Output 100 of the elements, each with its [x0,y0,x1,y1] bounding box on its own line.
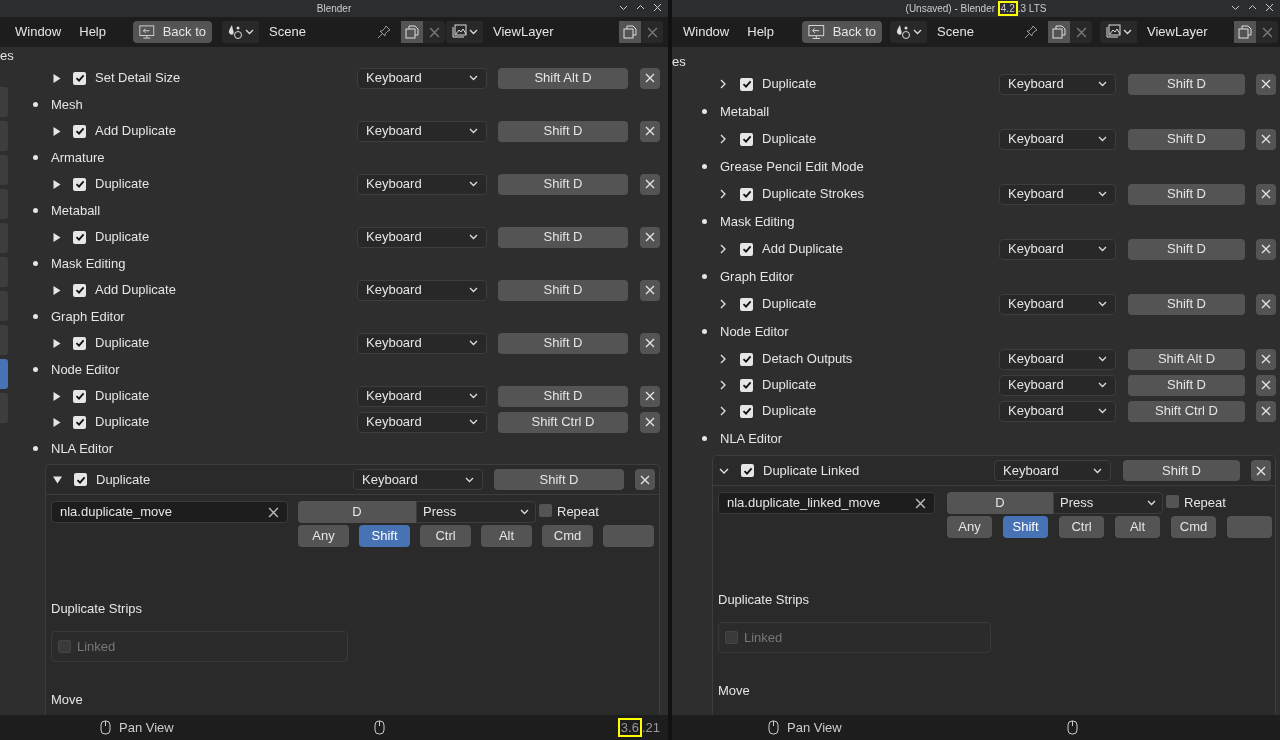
map-type-dropdown[interactable]: Keyboard [357,226,487,248]
modifier-toggle[interactable]: Ctrl [1059,516,1104,538]
shortcut-button[interactable]: Shift D [498,332,628,354]
duplicate-icon[interactable] [401,21,423,43]
event-value-dropdown[interactable]: Press [416,501,536,523]
shortcut-button[interactable]: Shift Alt D [498,67,628,89]
map-type-dropdown[interactable]: Keyboard [357,67,487,89]
collapsed-arrow-icon[interactable] [51,285,61,295]
map-type-dropdown[interactable]: Keyboard [994,460,1111,481]
map-type-dropdown[interactable]: Keyboard [999,73,1116,95]
map-type-dropdown[interactable]: Keyboard [357,173,487,195]
checkbox[interactable] [740,132,753,146]
checkbox[interactable] [73,283,86,297]
pin-icon[interactable] [377,25,391,39]
collapsed-arrow-icon[interactable] [51,179,61,189]
map-type-dropdown[interactable]: Keyboard [999,293,1116,315]
shortcut-button[interactable]: Shift D [498,279,628,301]
shortcut-button[interactable]: Shift D [1128,128,1245,150]
view-layer-selector[interactable]: ViewLayer [1100,21,1278,43]
checkbox[interactable] [73,124,86,138]
shortcut-button[interactable]: Shift D [1128,374,1245,396]
modifier-toggle[interactable]: Alt [481,525,532,547]
checkbox[interactable] [1166,495,1179,508]
maximize-icon[interactable] [636,3,645,12]
shortcut-button[interactable]: Shift D [494,469,624,490]
checkbox[interactable] [740,187,753,201]
shortcut-button[interactable]: Shift D [498,173,628,195]
modifier-toggle[interactable]: Alt [1115,516,1160,538]
remove-button[interactable] [1256,183,1276,205]
menu-item[interactable]: Help [747,22,774,42]
remove-button[interactable] [1256,73,1276,95]
remove-button[interactable] [640,411,660,433]
scene-name-field[interactable]: Scene [927,21,1048,43]
map-type-dropdown[interactable]: Keyboard [357,279,487,301]
modifier-toggle[interactable] [603,525,654,547]
shortcut-button[interactable]: Shift D [498,385,628,407]
shortcut-button[interactable]: Shift D [1123,460,1240,481]
menu-item[interactable]: Window [683,22,730,42]
shortcut-button[interactable]: Shift D [1128,73,1245,95]
back-button[interactable]: Back to [802,21,882,43]
checkbox[interactable] [73,230,86,244]
map-type-dropdown[interactable]: Keyboard [357,120,487,142]
modifier-toggle[interactable]: Cmd [542,525,593,547]
map-type-dropdown[interactable]: Keyboard [357,385,487,407]
map-type-dropdown[interactable]: Keyboard [999,348,1116,370]
checkbox[interactable] [740,242,753,256]
shortcut-button[interactable]: Shift D [1128,238,1245,260]
remove-button[interactable] [640,279,660,301]
checkbox[interactable] [73,177,86,191]
checkbox[interactable] [740,352,753,366]
checkbox[interactable] [740,378,753,392]
shortcut-button[interactable]: Shift D [498,226,628,248]
map-type-dropdown[interactable]: Keyboard [999,374,1116,396]
view-layer-field[interactable]: ViewLayer [483,21,619,43]
collapsed-arrow-icon[interactable] [51,417,61,427]
modifier-toggle[interactable] [1227,516,1272,538]
shortcut-button[interactable]: Shift Alt D [1128,348,1245,370]
remove-button[interactable] [1256,400,1276,422]
modifier-toggle[interactable]: Ctrl [420,525,471,547]
key-button[interactable]: D [947,492,1053,514]
expanded-arrow-icon[interactable] [52,475,62,484]
map-type-dropdown[interactable]: Keyboard [999,183,1116,205]
duplicate-icon[interactable] [1048,21,1070,43]
map-type-dropdown[interactable]: Keyboard [357,411,487,433]
checkbox[interactable] [740,404,753,418]
collapsed-arrow-icon[interactable] [51,391,61,401]
remove-button[interactable] [1256,374,1276,396]
modifier-toggle[interactable]: Any [947,516,992,538]
remove-button[interactable] [1256,128,1276,150]
checkbox[interactable] [539,504,552,517]
checkbox[interactable] [73,389,86,403]
menu-item[interactable]: Window [15,22,62,42]
collapsed-arrow-icon[interactable] [51,232,61,242]
close-icon[interactable] [1265,3,1274,12]
modifier-toggle[interactable]: Shift [359,525,410,547]
checkbox[interactable] [741,464,754,477]
minimize-icon[interactable] [619,3,628,12]
shortcut-button[interactable]: Shift Ctrl D [498,411,628,433]
shortcut-button[interactable]: Shift D [1128,293,1245,315]
remove-button[interactable] [635,469,655,490]
map-type-dropdown[interactable]: Keyboard [353,469,483,490]
map-type-dropdown[interactable]: Keyboard [999,238,1116,260]
remove-button[interactable] [1251,460,1271,481]
checkbox[interactable] [740,297,753,311]
checkbox[interactable] [73,71,86,85]
scene-selector[interactable]: Scene [222,21,445,43]
scene-name-field[interactable]: Scene [259,21,401,43]
remove-button[interactable] [1256,238,1276,260]
scene-selector[interactable]: Scene [890,21,1092,43]
remove-button[interactable] [640,332,660,354]
pin-icon[interactable] [1024,25,1038,39]
remove-button[interactable] [640,385,660,407]
shortcut-button[interactable]: Shift D [498,120,628,142]
remove-button[interactable] [1256,348,1276,370]
remove-button[interactable] [1256,293,1276,315]
checkbox[interactable] [73,415,86,429]
modifier-toggle[interactable]: Any [298,525,349,547]
operator-id-field[interactable]: nla.duplicate_move [51,501,288,523]
operator-id-field[interactable]: nla.duplicate_linked_move [718,492,935,514]
remove-button[interactable] [640,226,660,248]
